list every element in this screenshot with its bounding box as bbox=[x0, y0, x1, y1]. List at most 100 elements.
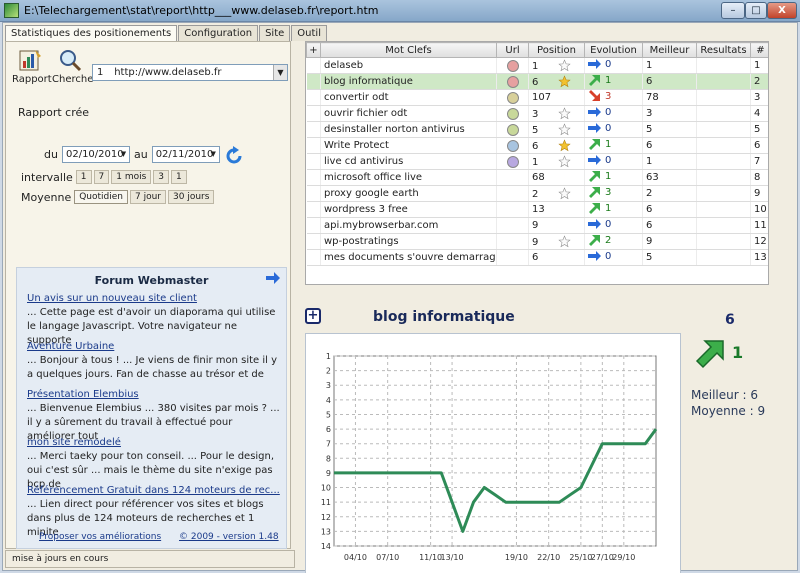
close-button[interactable]: X bbox=[767, 2, 797, 19]
star-icon[interactable] bbox=[558, 107, 571, 120]
expand-column-header[interactable]: + bbox=[306, 42, 321, 58]
position-value: 2 bbox=[532, 188, 539, 200]
average-position: Moyenne : 9 bbox=[691, 404, 766, 418]
position-column-header[interactable]: Position bbox=[528, 42, 585, 58]
best-column-header[interactable]: Meilleur bbox=[642, 42, 697, 58]
maximize-button[interactable]: □ bbox=[745, 2, 767, 19]
row-expander[interactable] bbox=[306, 57, 321, 74]
moyenne-quotidien-button[interactable]: Quotidien bbox=[74, 190, 128, 204]
position-cell: 2 bbox=[528, 185, 585, 202]
star-icon[interactable] bbox=[558, 187, 571, 200]
url-status-icon bbox=[506, 75, 519, 88]
position-value: 9 bbox=[532, 220, 539, 231]
tab-statistiques[interactable]: Statistiques des positionements bbox=[5, 25, 178, 41]
row-expander[interactable] bbox=[306, 153, 321, 170]
intervalle-7-button[interactable]: 7 bbox=[93, 170, 110, 184]
arrow-right-icon[interactable] bbox=[266, 272, 280, 284]
evolution-value: 1 bbox=[732, 343, 744, 362]
table-row[interactable]: Write Protect 6 1 6 6 bbox=[306, 137, 768, 154]
row-expander[interactable] bbox=[306, 169, 321, 186]
row-expander[interactable] bbox=[306, 217, 321, 234]
table-row[interactable]: proxy google earth 2 3 2 9 bbox=[306, 185, 768, 202]
star-icon[interactable] bbox=[558, 235, 571, 248]
tab-outil[interactable]: Outil bbox=[291, 25, 327, 41]
main-window: Statistiques des positionements Configur… bbox=[2, 22, 798, 573]
table-row[interactable]: delaseb 1 0 1 1 bbox=[306, 57, 768, 74]
y-tick-label: 14 bbox=[321, 542, 331, 551]
x-tick-label: 29/10 bbox=[612, 553, 635, 562]
forum-post-link[interactable]: Référencement Gratuit dans 124 moteurs d… bbox=[27, 484, 281, 498]
row-expander[interactable] bbox=[306, 185, 321, 202]
arrow-up-right-icon bbox=[589, 75, 600, 86]
position-value: 13 bbox=[532, 204, 545, 215]
rapport-button[interactable]: Rapport bbox=[12, 48, 52, 88]
intervalle-1b-button[interactable]: 1 bbox=[171, 170, 187, 184]
position-cell: 1 bbox=[528, 153, 585, 170]
moyenne-30-jours-button[interactable]: 30 jours bbox=[168, 190, 215, 204]
rank-column-header[interactable]: # bbox=[750, 42, 768, 58]
url-select[interactable]: 1 http://www.delaseb.fr ▼ bbox=[92, 64, 288, 81]
row-expander[interactable] bbox=[306, 201, 321, 218]
y-tick-label: 10 bbox=[321, 484, 331, 493]
table-row[interactable]: blog informatique 6 1 6 2 bbox=[306, 73, 768, 90]
intervalle-3-button[interactable]: 3 bbox=[153, 170, 170, 184]
table-row[interactable]: wordpress 3 free 13 1 6 10 bbox=[306, 201, 768, 218]
forum-post-link[interactable]: Présentation Elembius bbox=[27, 388, 281, 402]
table-row[interactable]: live cd antivirus 1 0 1 7 bbox=[306, 153, 768, 170]
results-cell bbox=[696, 201, 751, 218]
url-cell bbox=[496, 233, 529, 250]
forum-post-link[interactable]: Aventure Urbaine bbox=[27, 340, 281, 354]
evolution-column-header[interactable]: Evolution bbox=[584, 42, 643, 58]
minimize-button[interactable]: – bbox=[721, 2, 745, 19]
star-icon[interactable] bbox=[558, 75, 571, 88]
date-to-picker[interactable]: 02/11/2010 ▼ bbox=[151, 146, 220, 163]
keyword-column-header[interactable]: Mot Clefs bbox=[320, 42, 497, 58]
date-from-picker[interactable]: 02/10/2010 ▼ bbox=[61, 146, 130, 163]
magnifier-icon bbox=[60, 50, 82, 72]
table-row[interactable]: api.mybrowserbar.com 9 0 6 11 bbox=[306, 217, 768, 234]
url-cell bbox=[496, 73, 529, 90]
cherche-button[interactable]: Cherche bbox=[52, 48, 93, 88]
row-expander[interactable] bbox=[306, 249, 321, 266]
row-expander[interactable] bbox=[306, 105, 321, 122]
forum-post-link[interactable]: mon site remodelé bbox=[27, 436, 281, 450]
arrow-down-right-icon bbox=[589, 90, 600, 101]
row-expander[interactable] bbox=[306, 121, 321, 138]
row-expander[interactable] bbox=[306, 73, 321, 90]
table-row[interactable]: microsoft office live 68 1 63 8 bbox=[306, 169, 768, 186]
row-expander[interactable] bbox=[306, 233, 321, 250]
tab-configuration[interactable]: Configuration bbox=[178, 25, 259, 41]
table-row[interactable]: desinstaller norton antivirus 5 0 5 5 bbox=[306, 121, 768, 138]
chevron-down-icon[interactable]: ▼ bbox=[273, 65, 287, 80]
plus-icon[interactable]: + bbox=[305, 308, 321, 324]
position-chart: 1 2 3 4 5 6 7 8 9 10 11 12 13 14 04/10 07/10 11/10 13/10 1… bbox=[305, 333, 681, 573]
evolution-cell: 2 bbox=[584, 233, 643, 250]
table-row[interactable]: convertir odt 107 3 78 3 bbox=[306, 89, 768, 106]
url-column-header[interactable]: Url bbox=[496, 42, 529, 58]
chevron-down-icon[interactable]: ▼ bbox=[118, 147, 129, 162]
table-row[interactable]: ouvrir fichier odt 3 0 3 4 bbox=[306, 105, 768, 122]
forum-post-link[interactable]: Un avis sur un nouveau site client bbox=[27, 292, 281, 306]
star-icon[interactable] bbox=[558, 123, 571, 136]
star-icon[interactable] bbox=[558, 59, 571, 72]
chevron-down-icon[interactable]: ▼ bbox=[208, 147, 219, 162]
intervalle-1-mois-button[interactable]: 1 mois bbox=[111, 170, 152, 184]
improve-link[interactable]: Proposer vos améliorations bbox=[39, 532, 161, 542]
evolution-cell: 0 bbox=[584, 121, 643, 138]
moyenne-7-jour-button[interactable]: 7 jour bbox=[130, 190, 166, 204]
row-expander[interactable] bbox=[306, 89, 321, 106]
x-tick-label: 25/10 bbox=[569, 553, 592, 562]
version-link[interactable]: © 2009 - version 1.48 bbox=[179, 532, 279, 542]
star-icon[interactable] bbox=[558, 139, 571, 152]
intervalle-1-button[interactable]: 1 bbox=[75, 170, 92, 184]
results-column-header[interactable]: Resultats bbox=[696, 42, 751, 58]
best-cell: 63 bbox=[642, 169, 697, 186]
star-icon[interactable] bbox=[558, 155, 571, 168]
table-row[interactable]: mes documents s'ouvre demarrage wind 6 0 5 1… bbox=[306, 249, 768, 266]
table-row[interactable]: wp-postratings 9 2 9 12 bbox=[306, 233, 768, 250]
tab-site[interactable]: Site bbox=[259, 25, 291, 41]
refresh-icon[interactable] bbox=[224, 146, 244, 166]
arrow-up-right-icon bbox=[695, 340, 724, 369]
row-expander[interactable] bbox=[306, 137, 321, 154]
chart-title: blog informatique bbox=[373, 309, 515, 325]
